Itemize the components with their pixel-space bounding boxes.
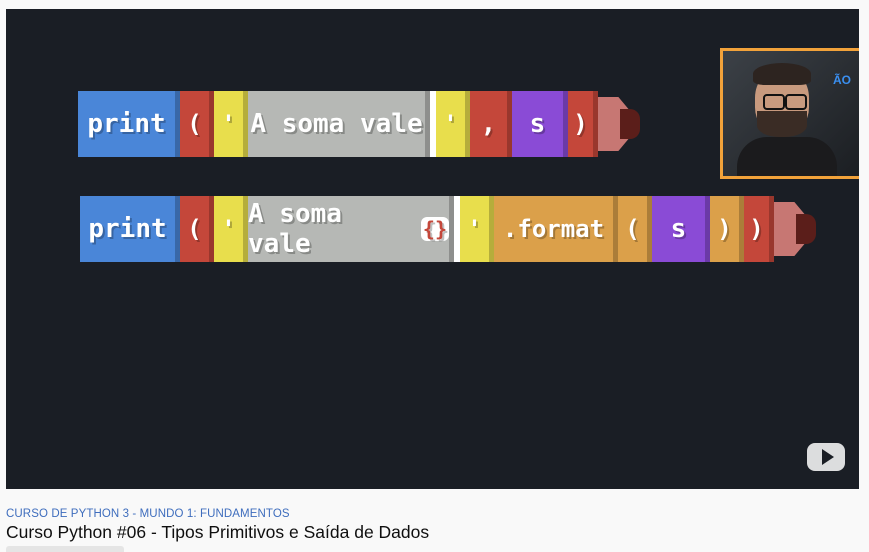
format-close-paren-block: ) (710, 196, 744, 262)
quote-close-block: ' (436, 91, 470, 157)
quote-open-block: ' (214, 196, 248, 262)
braces-placeholder: {} (420, 217, 449, 241)
background-sticker: ÃO (833, 73, 851, 87)
playlist-link[interactable]: CURSO DE PYTHON 3 - MUNDO 1: FUNDAMENTOS (6, 508, 869, 520)
quote-close-block: ' (460, 196, 494, 262)
webcam-overlay: ÃO (720, 48, 859, 179)
glasses-icon (785, 94, 807, 110)
print-block: print (78, 91, 180, 157)
format-open-paren-block: ( (618, 196, 652, 262)
format-method-block: .format (494, 196, 618, 262)
presenter-beard (757, 111, 807, 137)
open-paren-block: ( (180, 91, 214, 157)
close-paren-block: ) (744, 196, 774, 262)
glasses-icon (763, 94, 785, 110)
comma-block: , (470, 91, 512, 157)
variable-block: s (512, 91, 568, 157)
pencil-tip-icon (598, 91, 640, 157)
code-row-print-comma: print ( ' A soma vale ' , s ) (78, 91, 640, 157)
video-title: Curso Python #06 - Tipos Primitivos e Sa… (6, 522, 430, 542)
presenter-body (737, 137, 837, 176)
youtube-play-icon[interactable] (807, 443, 845, 471)
pencil-tip-icon (774, 196, 816, 262)
string-block: A soma vale {} (248, 196, 454, 262)
video-player[interactable]: print ( ' A soma vale ' , s ) print ( ' … (6, 9, 859, 489)
presenter-hair (753, 63, 811, 85)
open-paren-block: ( (180, 196, 214, 262)
channel-chip[interactable] (6, 546, 124, 552)
quote-open-block: ' (214, 91, 248, 157)
close-paren-block: ) (568, 91, 598, 157)
print-block: print (80, 196, 180, 262)
string-block: A soma vale (248, 91, 430, 157)
variable-block: s (652, 196, 710, 262)
code-row-print-format: print ( ' A soma vale {} ' .format ( s )… (80, 196, 816, 262)
string-text: A soma vale (248, 199, 342, 259)
video-metadata: CURSO DE PYTHON 3 - MUNDO 1: FUNDAMENTOS… (6, 508, 869, 543)
